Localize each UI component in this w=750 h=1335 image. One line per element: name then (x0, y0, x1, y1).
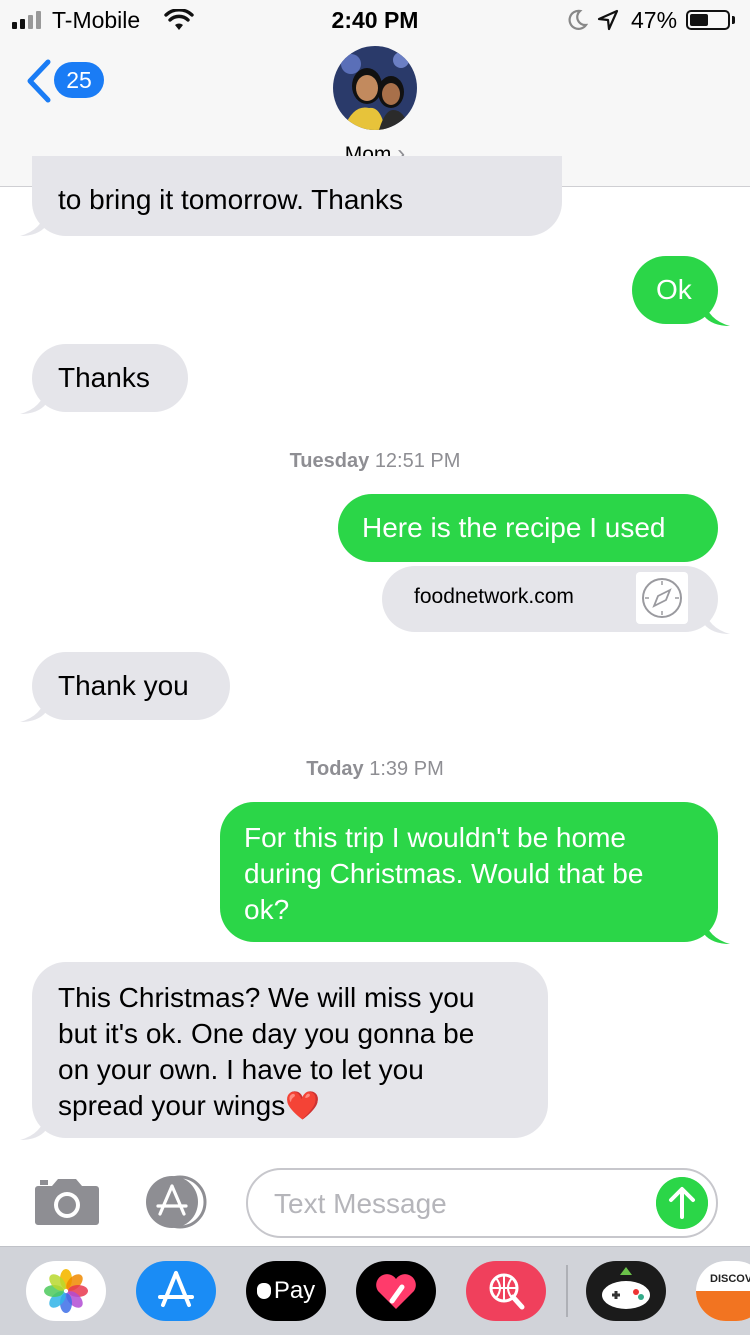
photos-flower-icon (44, 1269, 88, 1313)
bubble-tail (20, 1114, 46, 1140)
apple-pay-app-icon[interactable]: Pay (246, 1261, 326, 1321)
timestamp-divider: Today 1:39 PM (306, 758, 444, 780)
do-not-disturb-moon-icon (568, 9, 588, 30)
back-chevron-icon[interactable] (24, 58, 54, 104)
location-arrow-icon (597, 9, 619, 31)
message-input-field[interactable] (246, 1168, 718, 1238)
app-store-a-icon (158, 1271, 194, 1307)
drawer-divider (566, 1265, 568, 1317)
discover-orange-band (696, 1291, 750, 1321)
bubble-tail (20, 696, 46, 722)
message-bubble-received[interactable]: This Christmas? We will miss you but it'… (32, 962, 548, 1138)
app-store-app-icon[interactable] (136, 1261, 216, 1321)
photos-app-icon[interactable] (26, 1261, 106, 1321)
unread-count-badge[interactable]: 25 (54, 62, 104, 98)
app-store-icon[interactable] (140, 1174, 212, 1230)
message-bubble-received[interactable]: Thank you (32, 652, 230, 720)
bubble-tail (704, 300, 730, 326)
bubble-tail (20, 210, 46, 236)
bubble-tail (704, 918, 730, 944)
message-bubble-received[interactable]: Thanks (32, 344, 188, 412)
message-bubble-sent[interactable]: For this trip I wouldn't be home during … (220, 802, 718, 942)
game-controller-icon (602, 1267, 650, 1309)
globe-search-icon (489, 1273, 525, 1310)
red-heart-emoji: ❤️ (285, 1090, 321, 1121)
message-bubble-received[interactable]: to bring it tomorrow. Thanks (32, 156, 562, 236)
avatar-photo (333, 46, 417, 130)
safari-compass-icon (636, 572, 688, 624)
timestamp-divider: Tuesday 12:51 PM (289, 450, 461, 472)
send-arrow-icon[interactable] (656, 1177, 708, 1229)
message-text-input[interactable] (274, 1186, 644, 1222)
imessage-app-drawer: Pay DISCOV (0, 1246, 750, 1335)
contact-avatar[interactable] (333, 46, 417, 130)
apple-logo-icon (256, 1283, 271, 1299)
discover-app-icon[interactable]: DISCOV (696, 1261, 750, 1321)
camera-icon[interactable] (34, 1176, 100, 1226)
battery-tip (732, 16, 735, 24)
game-app-icon[interactable] (586, 1261, 666, 1321)
bubble-tail (20, 388, 46, 414)
status-bar: T-Mobile 2:40 PM 47% (0, 0, 750, 40)
heart-touch-icon (376, 1274, 416, 1309)
battery-icon (686, 10, 730, 30)
image-search-app-icon[interactable] (466, 1261, 546, 1321)
message-bubble-sent[interactable]: Here is the recipe I used (338, 494, 718, 562)
digital-touch-app-icon[interactable] (356, 1261, 436, 1321)
bubble-tail (704, 608, 730, 634)
battery-percentage: 47% (631, 7, 678, 33)
